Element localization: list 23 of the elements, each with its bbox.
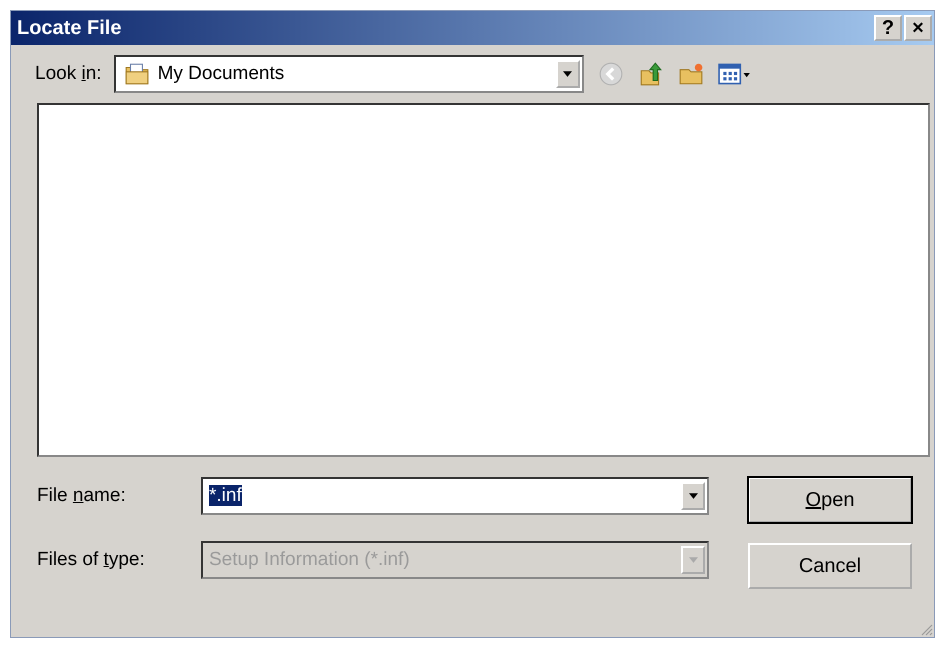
caret-icon bbox=[563, 71, 572, 77]
file-type-label: Files of type: bbox=[37, 549, 146, 571]
caret-icon bbox=[688, 493, 698, 499]
documents-folder-icon bbox=[124, 61, 150, 87]
caret-icon bbox=[688, 557, 698, 563]
window-title: Locate File bbox=[17, 16, 122, 40]
dropdown-arrow-button[interactable] bbox=[681, 482, 705, 510]
help-button[interactable]: ? bbox=[874, 15, 902, 41]
new-folder-icon[interactable] bbox=[678, 61, 704, 87]
back-icon[interactable] bbox=[598, 61, 624, 87]
look-in-dropdown[interactable]: My Documents bbox=[114, 55, 584, 93]
cancel-button[interactable]: Cancel bbox=[748, 543, 912, 589]
close-button[interactable]: × bbox=[904, 15, 932, 41]
file-name-field[interactable]: *.inf bbox=[201, 477, 709, 515]
open-button[interactable]: Open bbox=[748, 477, 912, 523]
view-menu-icon[interactable] bbox=[718, 61, 752, 87]
file-type-value: Setup Information (*.inf) bbox=[209, 549, 411, 571]
look-in-label: Look in: bbox=[35, 63, 102, 85]
up-folder-icon[interactable] bbox=[638, 61, 664, 87]
resize-grip-icon[interactable] bbox=[919, 622, 933, 636]
look-in-value: My Documents bbox=[158, 63, 286, 85]
dropdown-arrow-button[interactable] bbox=[556, 60, 580, 88]
file-name-label: File name: bbox=[37, 485, 127, 507]
